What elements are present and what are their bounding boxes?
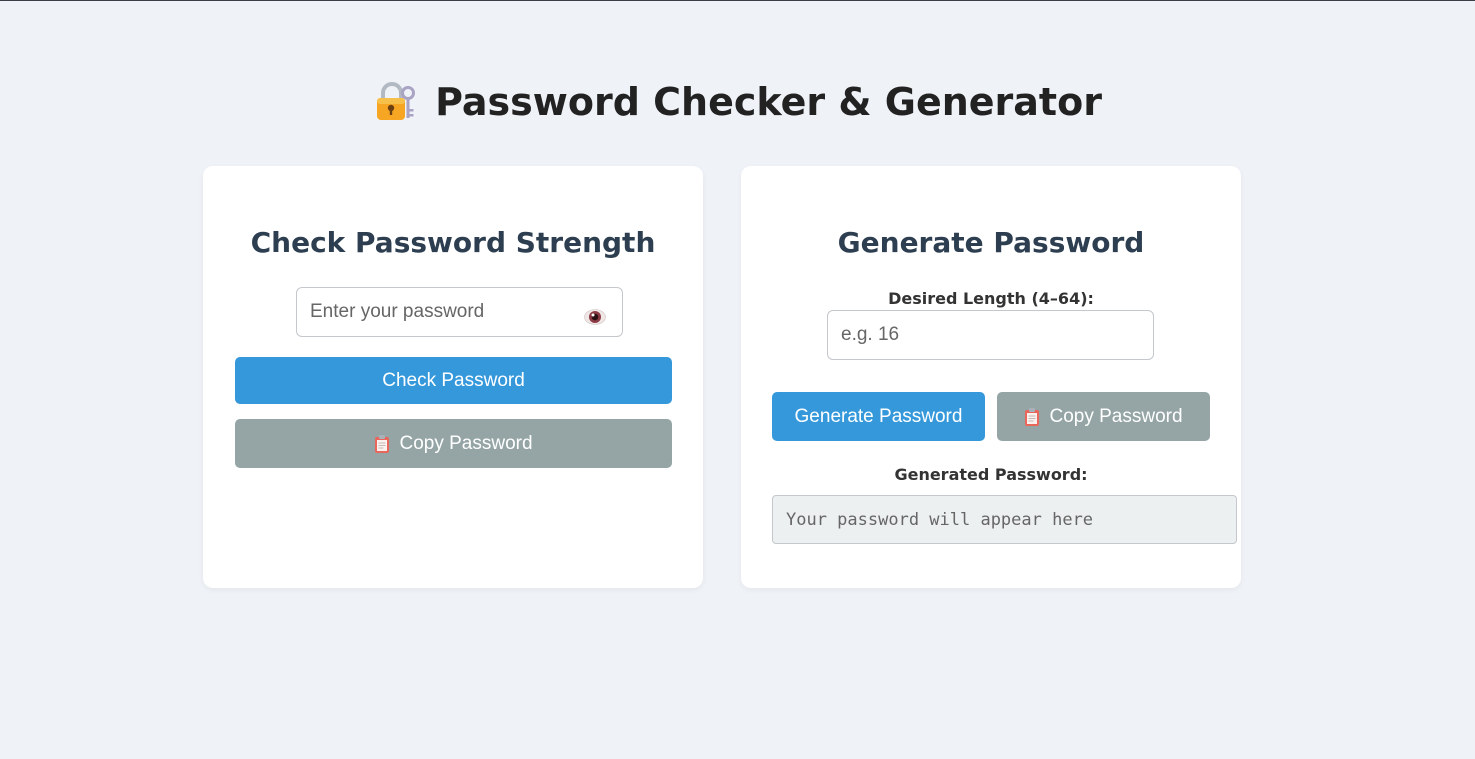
generate-password-label: Generate Password	[794, 405, 963, 427]
length-label: Desired Length (4–64):	[888, 289, 1094, 308]
generated-password-output[interactable]	[773, 496, 1236, 543]
copy-generated-label: Copy Password	[1049, 405, 1183, 427]
copy-password-label: Copy Password	[399, 432, 533, 454]
page-title: Password Checker & Generator	[0, 80, 1475, 124]
top-border	[0, 0, 1475, 1]
generate-password-button[interactable]: Generate Password	[772, 392, 985, 441]
page-title-text: Password Checker & Generator	[435, 80, 1102, 124]
output-field	[772, 495, 1237, 544]
clipboard-icon	[375, 434, 390, 453]
clipboard-icon	[1025, 407, 1040, 426]
check-password-button[interactable]: Check Password	[235, 357, 672, 404]
eye-icon[interactable]	[584, 309, 606, 325]
generator-card: Generate Password Desired Length (4–64):…	[741, 166, 1241, 588]
copy-generated-button[interactable]: Copy Password	[997, 392, 1210, 441]
locked-with-key-icon	[377, 82, 416, 120]
copy-password-button[interactable]: Copy Password	[235, 419, 672, 468]
password-field	[296, 287, 623, 337]
checker-card: Check Password Strength Check Password C…	[203, 166, 703, 588]
check-password-label: Check Password	[382, 369, 525, 391]
password-input[interactable]	[297, 288, 622, 336]
generator-title: Generate Password	[837, 226, 1145, 259]
output-label: Generated Password:	[894, 465, 1088, 484]
length-field	[827, 310, 1154, 360]
length-input[interactable]	[828, 311, 1153, 359]
checker-title: Check Password Strength	[250, 226, 656, 259]
